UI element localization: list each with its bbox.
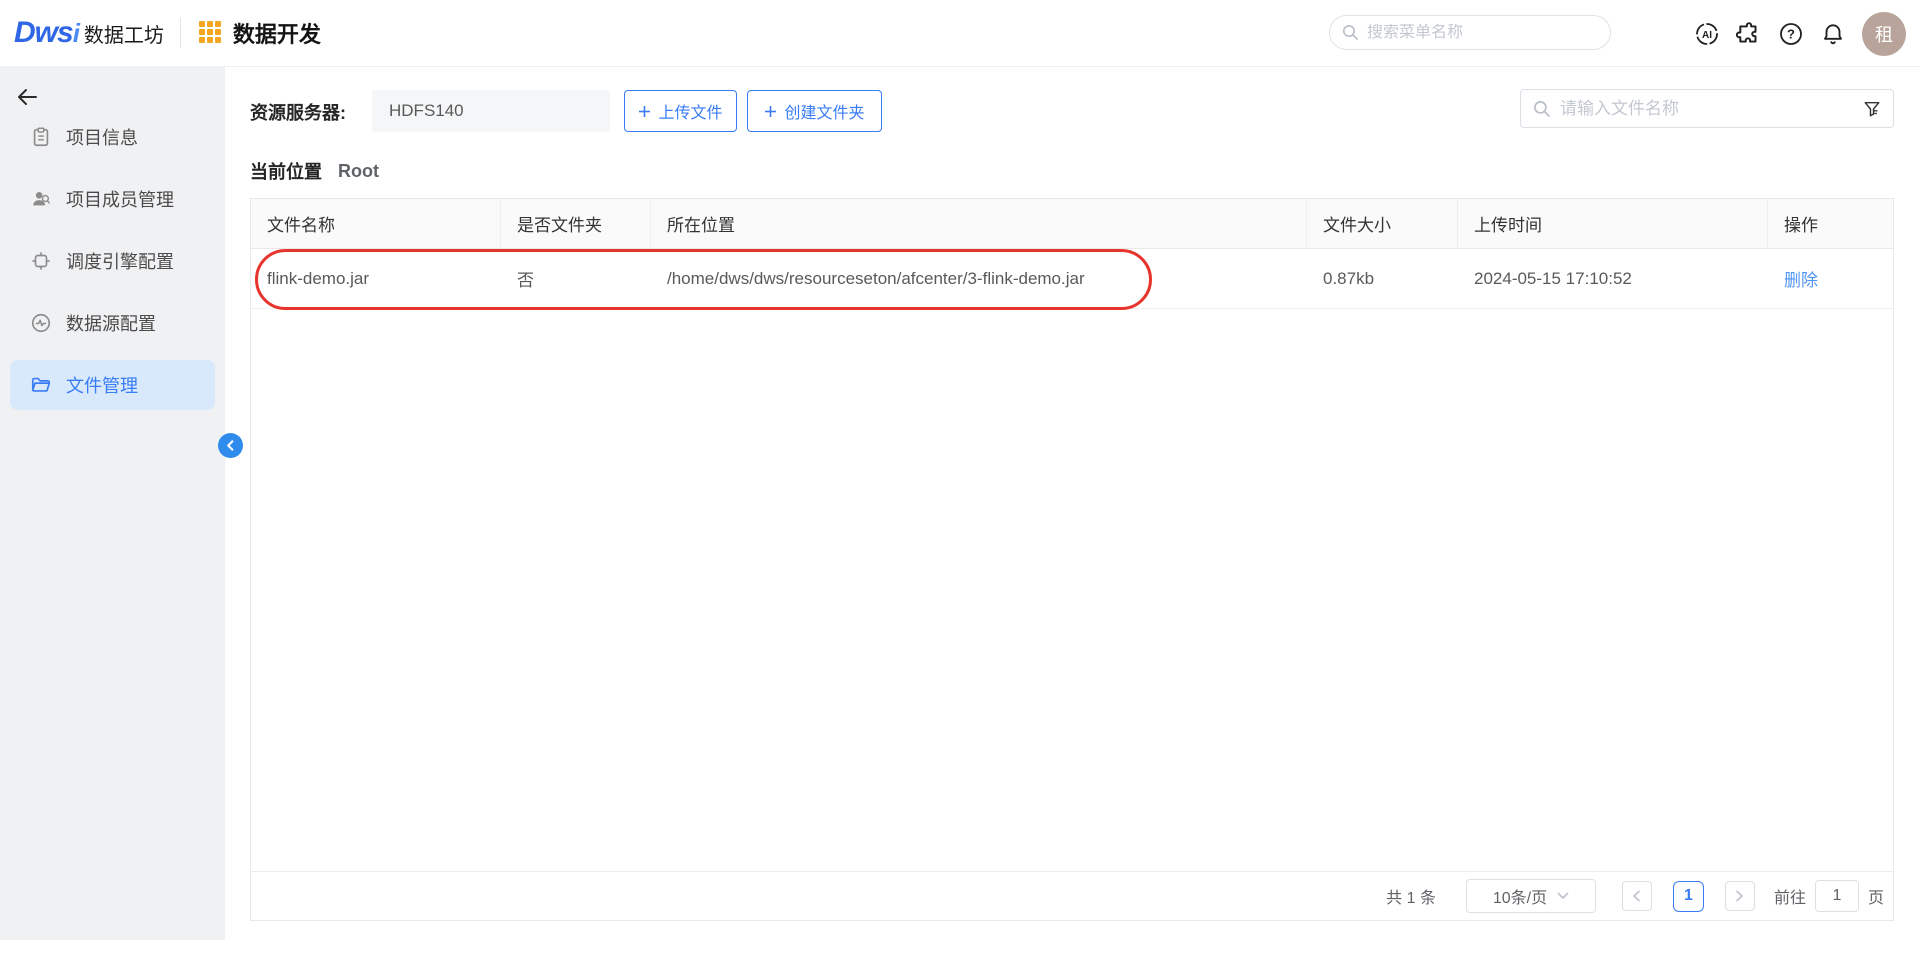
- sidebar-item-label: 项目信息: [66, 124, 138, 150]
- filter-funnel-icon[interactable]: [1863, 100, 1881, 118]
- user-avatar[interactable]: 租: [1862, 12, 1906, 56]
- cell-filesize: 0.87kb: [1307, 249, 1458, 308]
- previous-page-button[interactable]: [1622, 881, 1652, 911]
- file-search-input[interactable]: [1560, 99, 1863, 119]
- column-header-location: 所在位置: [651, 199, 1307, 248]
- plus-icon: [764, 105, 777, 118]
- page-unit-label: 页: [1868, 884, 1884, 908]
- sidebar-item-project-info[interactable]: 项目信息: [10, 112, 215, 162]
- upload-file-button[interactable]: 上传文件: [624, 90, 737, 132]
- sidebar-menu: 项目信息 项目成员管理 调度引擎配置 数据源配置: [0, 112, 225, 422]
- brand-logo[interactable]: Dwsi 数据工坊: [14, 16, 164, 50]
- search-icon: [1533, 100, 1551, 118]
- menu-search-box: [1329, 15, 1611, 50]
- breadcrumb-label: 当前位置: [250, 158, 322, 184]
- plugin-puzzle-icon[interactable]: [1736, 21, 1762, 47]
- column-header-filename: 文件名称: [251, 199, 501, 248]
- breadcrumb: 当前位置 Root: [250, 158, 379, 184]
- cell-isfolder: 否: [501, 249, 651, 308]
- server-label: 资源服务器:: [250, 99, 346, 125]
- file-search-box: [1520, 89, 1894, 128]
- app-switcher[interactable]: 数据开发: [199, 17, 321, 49]
- sidebar-item-datasource[interactable]: 数据源配置: [10, 298, 215, 348]
- cell-filename: flink-demo.jar: [251, 249, 501, 308]
- apps-grid-icon: [199, 21, 223, 45]
- table-row[interactable]: flink-demo.jar 否 /home/dws/dws/resources…: [251, 249, 1893, 309]
- plus-icon: [638, 105, 651, 118]
- svg-text:?: ?: [1787, 26, 1795, 41]
- file-management-page: Dwsi 数据工坊 数据开发 AI ?: [0, 0, 1920, 962]
- menu-search-input[interactable]: [1367, 24, 1598, 42]
- delete-link[interactable]: 删除: [1784, 266, 1818, 291]
- upload-file-label: 上传文件: [658, 99, 722, 123]
- sidebar-item-label: 文件管理: [66, 372, 138, 398]
- brand-logo-i: i: [73, 18, 80, 49]
- page-size-select[interactable]: 10条/页: [1466, 879, 1596, 913]
- column-header-isfolder: 是否文件夹: [501, 199, 651, 248]
- sidebar-item-label: 项目成员管理: [66, 186, 174, 212]
- brand-logo-text: Dws: [14, 16, 73, 50]
- avatar-initial: 租: [1875, 21, 1893, 47]
- create-folder-label: 创建文件夹: [784, 99, 864, 123]
- sidebar-item-label: 调度引擎配置: [66, 248, 174, 274]
- brand-name: 数据工坊: [84, 19, 164, 48]
- help-icon[interactable]: ?: [1778, 21, 1804, 47]
- pagination-bar: 共 1 条 10条/页 1 前往 页: [251, 871, 1893, 920]
- notification-bell-icon[interactable]: [1820, 21, 1846, 47]
- cell-location: /home/dws/dws/resourceseton/afcenter/3-f…: [651, 249, 1307, 308]
- top-bar: Dwsi 数据工坊 数据开发 AI ?: [0, 0, 1920, 67]
- column-header-filesize: 文件大小: [1307, 199, 1458, 248]
- sidebar: 项目信息 项目成员管理 调度引擎配置 数据源配置: [0, 67, 225, 940]
- chip-icon: [30, 250, 52, 272]
- svg-text:AI: AI: [1702, 30, 1712, 41]
- pagination-total: 共 1 条: [1386, 884, 1436, 908]
- chevron-down-icon: [1557, 892, 1569, 900]
- search-icon: [1342, 24, 1359, 41]
- column-header-actions: 操作: [1768, 199, 1893, 248]
- sidebar-collapse-toggle[interactable]: [218, 433, 243, 458]
- sidebar-item-scheduler[interactable]: 调度引擎配置: [10, 236, 215, 286]
- back-arrow-button[interactable]: [13, 83, 41, 111]
- breadcrumb-current-location[interactable]: Root: [338, 161, 379, 182]
- page-number-1[interactable]: 1: [1673, 881, 1704, 912]
- users-icon: [30, 188, 52, 210]
- goto-page-input[interactable]: [1815, 880, 1859, 912]
- ai-assistant-icon[interactable]: AI: [1694, 21, 1720, 47]
- folder-icon: [30, 374, 52, 396]
- sidebar-item-members[interactable]: 项目成员管理: [10, 174, 215, 224]
- topbar-divider: [180, 18, 181, 48]
- create-folder-button[interactable]: 创建文件夹: [747, 90, 882, 132]
- next-page-button[interactable]: [1725, 881, 1755, 911]
- goto-label: 前往: [1774, 884, 1806, 908]
- server-value: HDFS140: [389, 101, 464, 121]
- server-value-box: HDFS140: [372, 90, 610, 132]
- topbar-actions: AI ? 租: [1694, 0, 1906, 67]
- sidebar-item-file-management[interactable]: 文件管理: [10, 360, 215, 410]
- table-header-row: 文件名称 是否文件夹 所在位置 文件大小 上传时间 操作: [251, 199, 1893, 249]
- column-header-uploadtime: 上传时间: [1458, 199, 1768, 248]
- clipboard-icon: [30, 126, 52, 148]
- page-size-value: 10条/页: [1493, 884, 1547, 908]
- datasource-pulse-icon: [30, 312, 52, 334]
- app-title: 数据开发: [233, 17, 321, 49]
- sidebar-item-label: 数据源配置: [66, 310, 156, 336]
- file-table: 文件名称 是否文件夹 所在位置 文件大小 上传时间 操作 flink-demo.…: [250, 198, 1894, 921]
- cell-uploadtime: 2024-05-15 17:10:52: [1458, 249, 1768, 308]
